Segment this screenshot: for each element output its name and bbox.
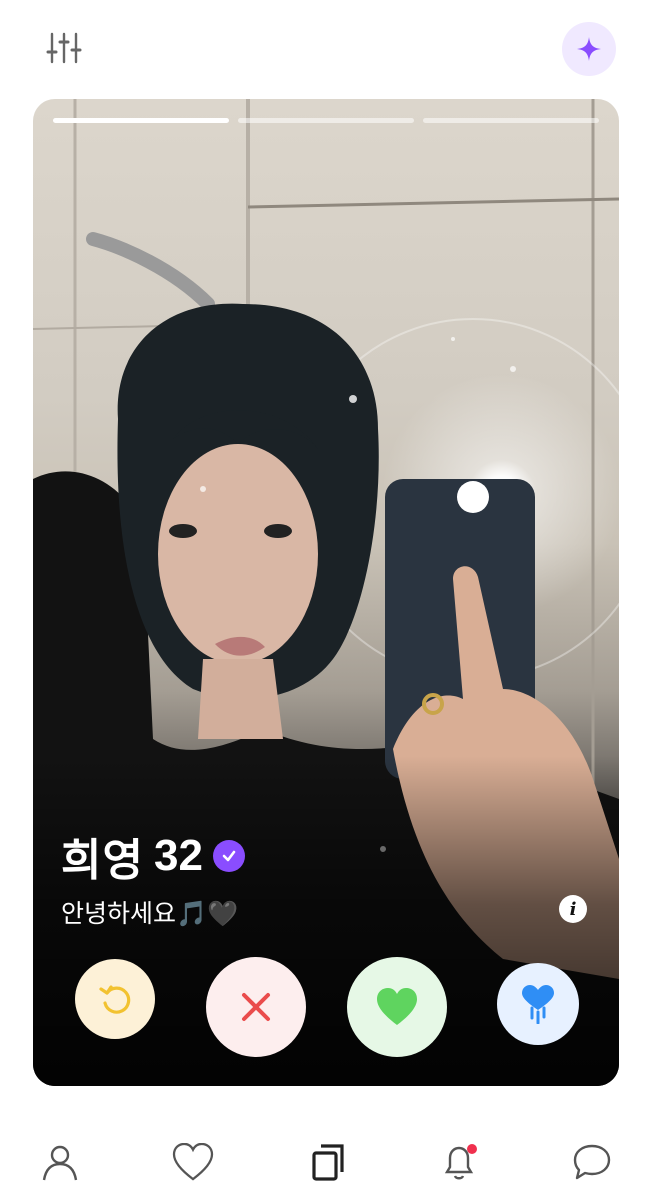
photo-progress-segment[interactable] bbox=[238, 118, 414, 123]
x-icon bbox=[242, 993, 270, 1021]
heart-icon bbox=[377, 988, 417, 1025]
person-icon bbox=[42, 1145, 78, 1181]
nav-messages[interactable] bbox=[570, 1140, 614, 1184]
bottom-nav bbox=[0, 1120, 652, 1200]
profile-card[interactable]: 희영 32 안녕하세요🎵🖤 i bbox=[33, 99, 619, 1086]
nav-profile[interactable] bbox=[38, 1140, 82, 1184]
rewind-button[interactable] bbox=[75, 959, 155, 1039]
chat-icon bbox=[573, 1144, 611, 1180]
super-like-button[interactable] bbox=[497, 963, 579, 1045]
nav-likes[interactable] bbox=[171, 1140, 215, 1184]
sparkle-icon bbox=[577, 37, 601, 61]
photo-progress bbox=[53, 118, 599, 124]
verified-badge-icon bbox=[212, 840, 245, 872]
nav-discover[interactable] bbox=[306, 1140, 350, 1184]
cards-icon bbox=[312, 1144, 344, 1181]
nav-notifications[interactable] bbox=[437, 1140, 481, 1184]
notification-badge bbox=[467, 1144, 477, 1154]
photo-progress-segment[interactable] bbox=[53, 118, 229, 123]
name-age-row: 희영 32 bbox=[61, 824, 245, 888]
profile-bio: 안녕하세요🎵🖤 bbox=[61, 900, 239, 928]
top-bar bbox=[0, 0, 652, 98]
nope-button[interactable] bbox=[206, 957, 306, 1057]
info-icon[interactable]: i bbox=[559, 895, 587, 923]
profile-age: 32 bbox=[153, 831, 203, 880]
photo-progress-segment[interactable] bbox=[423, 118, 599, 123]
sliders-icon[interactable] bbox=[44, 28, 84, 68]
heart-outline-icon bbox=[172, 1143, 214, 1181]
like-button[interactable] bbox=[347, 957, 447, 1057]
profile-name: 희영 bbox=[61, 836, 144, 885]
undo-icon bbox=[99, 985, 131, 1014]
frozen-heart-icon bbox=[522, 985, 554, 1024]
boost-button[interactable] bbox=[562, 22, 616, 76]
